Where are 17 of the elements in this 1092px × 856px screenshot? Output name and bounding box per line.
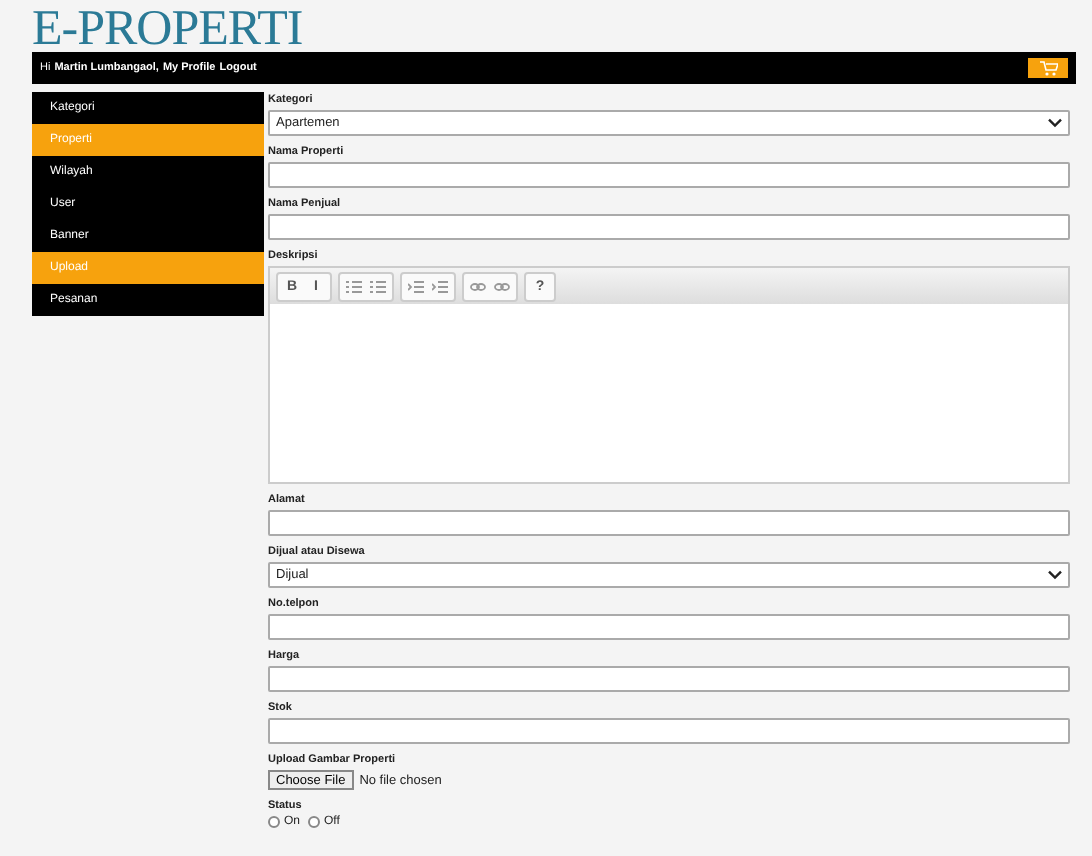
input-field[interactable] [268, 162, 1070, 188]
site-logo: E-PROPERTI [32, 6, 303, 52]
input-field[interactable] [268, 510, 1070, 536]
cart-icon [1039, 60, 1057, 76]
input-field[interactable] [268, 614, 1070, 640]
chevron-down-icon [1048, 570, 1062, 580]
indent-icon[interactable] [430, 275, 450, 297]
unordered-list-icon[interactable] [368, 275, 388, 297]
radio-button[interactable] [268, 816, 280, 828]
input-field[interactable] [268, 666, 1070, 692]
input-field[interactable] [268, 718, 1070, 744]
cart-button[interactable] [1028, 58, 1068, 78]
chevron-down-icon [1048, 118, 1062, 128]
input-field[interactable] [268, 214, 1070, 240]
radio-button[interactable] [308, 816, 321, 828]
outdent-icon[interactable] [406, 275, 426, 297]
ordered-list-icon[interactable] [344, 275, 364, 297]
